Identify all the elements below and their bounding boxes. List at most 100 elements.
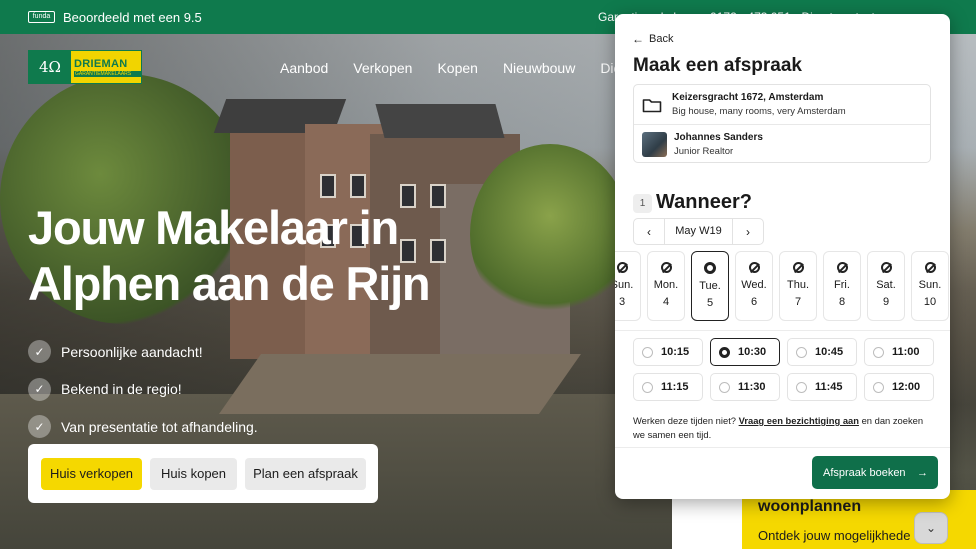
- appointment-panel: ← Back Maak een afspraak Keizersgracht 1…: [615, 14, 950, 499]
- woonplannen-subtitle: Ontdek jouw mogelijkhede: [758, 528, 911, 543]
- step-number-badge: 1: [633, 194, 652, 213]
- day-option[interactable]: Sun. 10: [911, 251, 949, 321]
- folder-icon: [642, 98, 662, 112]
- back-button[interactable]: ← Back: [632, 32, 673, 46]
- agent-role: Junior Realtor: [674, 145, 734, 157]
- radio-icon: [796, 346, 807, 358]
- day-name: Sun.: [615, 279, 634, 291]
- chevron-left-icon[interactable]: ‹: [634, 219, 664, 244]
- day-name: Sun.: [918, 279, 942, 291]
- window: [350, 174, 366, 198]
- benefit-item: ✓ Van presentatie tot afhandeling.: [28, 408, 258, 446]
- divider: [615, 330, 950, 331]
- benefit-label: Van presentatie tot afhandeling.: [61, 418, 258, 435]
- logo-wordmark: DRIEMAN GARANTIEMAKELAARS: [71, 51, 141, 83]
- day-number: 4: [662, 296, 670, 308]
- benefit-item: ✓ Persoonlijke aandacht!: [28, 333, 258, 371]
- drieman-logo[interactable]: 4Ω DRIEMAN GARANTIEMAKELAARS: [28, 50, 142, 84]
- rating-text: Beoordeeld met een 9.5: [63, 9, 202, 25]
- book-appointment-label: Afspraak boeken: [823, 466, 906, 479]
- unavailable-icon: [792, 262, 804, 273]
- day-picker: Sun. 3 Mon. 4 Tue. 5 Wed. 6 Thu. 7 Fri. …: [615, 251, 950, 321]
- day-number: 8: [838, 296, 846, 308]
- time-label: 11:30: [738, 381, 766, 393]
- day-name: Fri.: [834, 279, 850, 291]
- time-slot[interactable]: 11:15: [633, 373, 703, 401]
- chevron-right-icon[interactable]: ›: [733, 219, 763, 244]
- alternative-time-note: Werken deze tijden niet? Vraag een bezic…: [633, 414, 933, 442]
- radio-icon: [642, 346, 653, 358]
- check-icon: ✓: [28, 340, 51, 364]
- time-slot[interactable]: 10:15: [633, 338, 703, 366]
- unavailable-icon: [836, 262, 848, 273]
- check-icon: ✓: [28, 377, 51, 401]
- nav-item-kopen[interactable]: Kopen: [437, 60, 477, 76]
- time-slot-grid: 10:15 10:30 10:45 11:00 11:15 11:30 11:4…: [633, 338, 934, 401]
- window: [320, 174, 336, 198]
- time-label: 11:15: [661, 381, 689, 393]
- day-option[interactable]: Wed. 6: [735, 251, 773, 321]
- time-slot[interactable]: 11:30: [710, 373, 780, 401]
- book-appointment-button[interactable]: Afspraak boeken →: [812, 456, 938, 489]
- week-label: May W19: [664, 219, 733, 244]
- benefits-list: ✓ Persoonlijke aandacht! ✓ Bekend in de …: [28, 333, 258, 446]
- radio-icon: [642, 381, 653, 393]
- sell-house-button[interactable]: Huis verkopen: [41, 457, 142, 490]
- buy-house-button[interactable]: Huis kopen: [150, 457, 237, 490]
- agent-details: Johannes Sanders Junior Realtor: [674, 132, 763, 157]
- day-option[interactable]: Sun. 3: [615, 251, 641, 321]
- time-label: 12:00: [892, 381, 921, 393]
- step-title: Wanneer?: [656, 191, 752, 213]
- day-number: 3: [618, 296, 626, 308]
- arrow-right-icon: →: [917, 466, 928, 479]
- arrow-left-icon: ←: [632, 32, 644, 46]
- wooden-deck: [218, 354, 582, 414]
- day-number: 6: [750, 296, 758, 308]
- property-details: Keizersgracht 1672, Amsterdam Big house,…: [672, 92, 846, 117]
- hero-title: Jouw Makelaar in Alphen aan de Rijn: [28, 201, 431, 310]
- time-slot[interactable]: 11:45: [787, 373, 857, 401]
- day-option[interactable]: Thu. 7: [779, 251, 817, 321]
- chevron-down-icon[interactable]: ⌄: [914, 512, 948, 544]
- week-navigator: ‹ May W19 ›: [633, 218, 764, 245]
- nav-item-verkopen[interactable]: Verkopen: [353, 60, 412, 76]
- unavailable-icon: [880, 262, 892, 273]
- nav-item-aanbod[interactable]: Aanbod: [280, 60, 328, 76]
- unavailable-icon: [748, 262, 760, 273]
- day-name: Sat.: [876, 279, 896, 291]
- radio-icon: [873, 381, 884, 393]
- plan-appointment-button[interactable]: Plan een afspraak: [245, 457, 366, 490]
- time-label: 11:00: [892, 346, 920, 358]
- unavailable-icon: [924, 262, 936, 273]
- logo-name: DRIEMAN: [74, 57, 128, 70]
- request-viewing-link[interactable]: Vraag een bezichtiging aan: [739, 415, 859, 426]
- time-slot[interactable]: 10:45: [787, 338, 857, 366]
- property-description: Big house, many rooms, very Amsterdam: [672, 106, 846, 117]
- radio-icon: [873, 346, 884, 358]
- time-slot-selected[interactable]: 10:30: [710, 338, 780, 366]
- check-icon: ✓: [28, 415, 51, 439]
- day-option-selected[interactable]: Tue. 5: [691, 251, 729, 321]
- radio-icon: [796, 381, 807, 393]
- day-name: Mon.: [653, 279, 679, 291]
- property-address: Keizersgracht 1672, Amsterdam: [672, 92, 824, 103]
- day-option[interactable]: Mon. 4: [647, 251, 685, 321]
- avatar: [642, 131, 667, 157]
- unavailable-icon: [660, 262, 672, 273]
- panel-title: Maak een afspraak: [633, 55, 802, 76]
- day-number: 9: [882, 296, 890, 308]
- back-label: Back: [649, 33, 674, 45]
- time-slot[interactable]: 11:00: [864, 338, 934, 366]
- time-label: 10:15: [661, 346, 690, 358]
- logo-mark: 4Ω: [29, 51, 71, 83]
- day-option[interactable]: Fri. 8: [823, 251, 861, 321]
- cta-group: Huis verkopen Huis kopen Plan een afspra…: [28, 444, 378, 503]
- nav-item-nieuwbouw[interactable]: Nieuwbouw: [503, 60, 575, 76]
- day-number: 7: [794, 296, 802, 308]
- time-label: 10:30: [738, 346, 767, 358]
- agent-name: Johannes Sanders: [674, 131, 763, 143]
- day-name: Thu.: [786, 279, 809, 291]
- time-slot[interactable]: 12:00: [864, 373, 934, 401]
- radio-selected-icon: [704, 262, 716, 274]
- day-option[interactable]: Sat. 9: [867, 251, 905, 321]
